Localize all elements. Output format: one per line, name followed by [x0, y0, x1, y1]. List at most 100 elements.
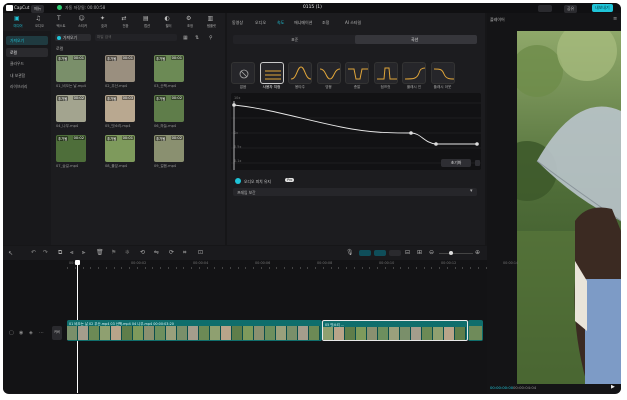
- cover-button[interactable]: 커버: [52, 326, 62, 340]
- subtab-standard[interactable]: 표준: [233, 35, 355, 44]
- share-button[interactable]: 공유: [564, 4, 578, 13]
- resize-icon[interactable]: ⊡: [198, 249, 203, 256]
- redo-icon[interactable]: ↷: [43, 249, 48, 256]
- rotate-icon[interactable]: ⟳: [169, 249, 174, 256]
- clip-frame: [378, 327, 389, 340]
- media-thumbnail[interactable]: 추가됨 00:01: [105, 135, 135, 162]
- timeline[interactable]: 00:00 00:00:02 00:00:04 00:00:06 00:00:08 00:…: [3, 260, 518, 393]
- reset-button[interactable]: 초기화: [441, 159, 471, 167]
- curve-preset-1[interactable]: [259, 62, 284, 84]
- fit-icon[interactable]: ⊞: [417, 249, 422, 256]
- toolbar-item-8[interactable]: ⚙ 조정: [181, 14, 199, 30]
- sidebar-item-2[interactable]: 클라우드: [6, 59, 48, 68]
- toolbar-item-7[interactable]: ◐ 필터: [160, 14, 178, 30]
- ruler-tick: [462, 267, 463, 269]
- more-track-icon[interactable]: ⋯: [39, 330, 44, 336]
- toolbar-item-4[interactable]: ✦ 효과: [95, 14, 113, 30]
- toolbar-item-0[interactable]: ▣ 미디어: [9, 14, 27, 30]
- tab-5[interactable]: AI 스타일: [345, 20, 361, 26]
- sidebar-item-1[interactable]: 로컬: [6, 47, 48, 57]
- grid-view-icon[interactable]: ▦: [183, 35, 188, 41]
- media-thumbnail[interactable]: 추가됨 00:01: [56, 55, 86, 82]
- section-title: 로컬: [56, 46, 64, 51]
- add-point-button[interactable]: [475, 160, 480, 166]
- sidebar-item-3[interactable]: 내 보관함: [6, 71, 48, 80]
- play-icon[interactable]: ▶: [611, 384, 615, 390]
- tab-3[interactable]: 애니메이션: [294, 20, 312, 26]
- media-thumbnail[interactable]: 추가됨 00:02: [56, 95, 86, 122]
- tab-1[interactable]: 오디오: [255, 20, 266, 26]
- clip-frame: [389, 327, 400, 340]
- mirror-icon[interactable]: ⇋: [154, 249, 159, 256]
- clip-filename: 09_걸음.mp4: [154, 164, 177, 168]
- curve-preset-6[interactable]: [402, 62, 426, 84]
- more-icon[interactable]: ≡: [613, 16, 617, 22]
- sort-icon[interactable]: ⇅: [195, 35, 199, 41]
- ruler-tick: [377, 267, 378, 269]
- timeline-toolbar: ↖ ↶ ↷ ⧉ ⫷ ⫸ 🗑 ⚑ ❄ ⟲ ⇋ ⟳ ⌗ ⊡ 🎙 ⊟ ⊞ ⊖ ⊕: [3, 246, 487, 260]
- split-left-icon[interactable]: ⫷: [70, 249, 73, 257]
- video-preview[interactable]: [517, 31, 621, 384]
- toolbar-item-9[interactable]: ▥ 템플릿: [203, 14, 221, 30]
- zoom-out-icon[interactable]: ⊖: [429, 249, 434, 256]
- mic-icon[interactable]: 🎙: [346, 249, 354, 256]
- zoom-slider-thumb[interactable]: [449, 250, 453, 255]
- crop-icon[interactable]: ⌗: [183, 249, 186, 257]
- media-thumbnail[interactable]: 추가됨 00:02: [56, 135, 86, 162]
- curve-preset-3[interactable]: [316, 62, 341, 84]
- media-thumbnail[interactable]: 추가됨 00:02: [154, 135, 184, 162]
- project-title[interactable]: 0115 (1): [303, 5, 322, 10]
- curve-preset-0[interactable]: [231, 62, 255, 84]
- ruler-tick: [214, 267, 215, 269]
- subtab-curve[interactable]: 곡선: [355, 35, 477, 44]
- search-input[interactable]: 파일 검색: [95, 34, 177, 41]
- zoom-in-icon[interactable]: ⊕: [475, 249, 480, 256]
- caption-track-icon[interactable]: ⊟: [405, 249, 410, 256]
- layout-button[interactable]: [538, 4, 552, 12]
- toolbar-item-2[interactable]: T 텍스트: [52, 14, 70, 30]
- curve-preset-7[interactable]: [430, 62, 455, 84]
- undo-icon[interactable]: ↶: [31, 249, 36, 256]
- curve-preset-4[interactable]: [345, 62, 369, 84]
- video-clip-3[interactable]: [468, 320, 483, 341]
- reverse-icon[interactable]: ⟲: [140, 249, 145, 256]
- marker-icon[interactable]: ⚑: [111, 249, 116, 256]
- tab-4[interactable]: 조정: [322, 20, 329, 26]
- toolbar-item-5[interactable]: ⇄ 전환: [117, 14, 135, 30]
- curve-preset-2[interactable]: [288, 62, 312, 84]
- split-right-icon[interactable]: ⫸: [82, 249, 85, 257]
- import-button[interactable]: 가져오기: [55, 34, 91, 41]
- select-tool-icon[interactable]: ↖: [8, 250, 13, 257]
- link-toggle[interactable]: [374, 250, 386, 256]
- lock-track-icon[interactable]: ▢: [9, 330, 14, 336]
- sidebar-item-0[interactable]: 가져오기: [6, 36, 48, 45]
- video-clip-1[interactable]: 01 비오는 날 02 우산.mp4 03 산책.mp4 04 나무.mp4 0…: [67, 320, 322, 341]
- menu-button[interactable]: 메뉴: [31, 4, 45, 13]
- export-button[interactable]: 내보내기: [592, 4, 613, 12]
- media-thumbnail[interactable]: 추가됨 00:01: [105, 55, 135, 82]
- tab-0[interactable]: 동영상: [232, 20, 243, 26]
- curve-editor[interactable]: 10x 1x 0.5x 0.1x 초기화: [231, 93, 481, 170]
- zoom-slider[interactable]: [439, 250, 473, 255]
- toolbar-item-3[interactable]: ☺ 스티커: [74, 14, 92, 30]
- pitch-toggle[interactable]: [235, 178, 241, 184]
- playhead-handle[interactable]: [75, 260, 80, 265]
- split-icon[interactable]: ⧉: [58, 249, 62, 257]
- media-thumbnail[interactable]: 추가됨 00:03: [105, 95, 135, 122]
- magnet-toggle[interactable]: [359, 250, 371, 256]
- toolbar-item-1[interactable]: ♫ 오디오: [31, 14, 49, 30]
- interpolation-dropdown[interactable]: 프레임 보간 ▾: [233, 188, 477, 196]
- mute-track-icon[interactable]: ◈: [29, 330, 33, 336]
- toolbar-item-6[interactable]: ▤ 캡션: [138, 14, 156, 30]
- media-thumbnail[interactable]: 추가됨 00:02: [154, 95, 184, 122]
- preview-axis-toggle[interactable]: [389, 250, 401, 256]
- tab-2[interactable]: 속도: [277, 20, 284, 26]
- freeze-icon[interactable]: ❄: [125, 249, 130, 256]
- sidebar-item-4[interactable]: 라이브러리: [6, 82, 48, 91]
- filter-icon[interactable]: ⚲: [209, 35, 213, 41]
- media-thumbnail[interactable]: 추가됨 00:01: [154, 55, 184, 82]
- delete-icon[interactable]: 🗑: [96, 249, 104, 256]
- curve-preset-5[interactable]: [373, 62, 398, 84]
- hide-track-icon[interactable]: ◉: [19, 330, 23, 336]
- video-clip-2-selected[interactable]: 05 빗소리 ...: [322, 320, 468, 341]
